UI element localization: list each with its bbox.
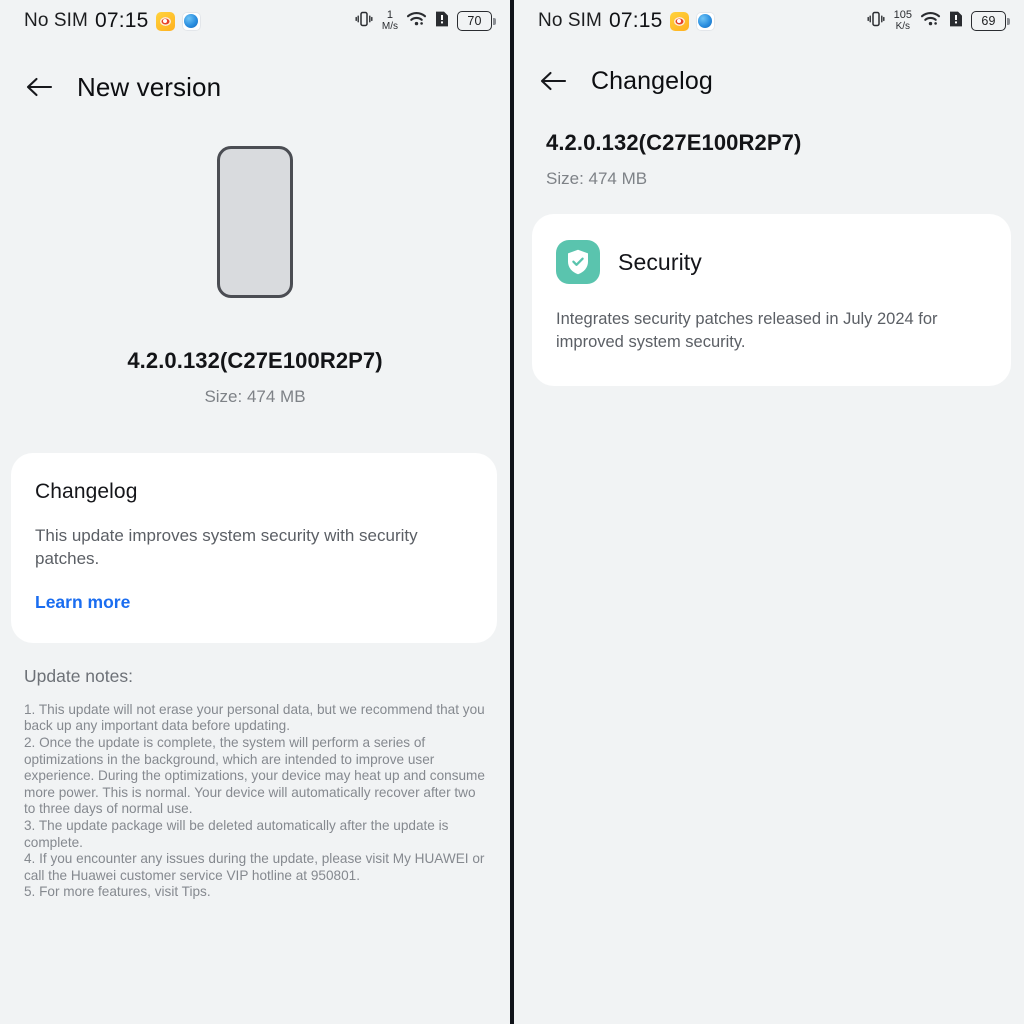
status-bar-right-cluster: 105 K/s 69 [866,9,1010,34]
vibrate-icon [354,9,374,34]
wifi-icon [920,10,941,32]
update-notes-title: Update notes: [24,665,133,686]
status-bar-left-cluster: No SIM 07:15 [24,9,201,33]
changelog-card[interactable]: Changelog This update improves system se… [11,453,497,643]
sim-alert-icon [435,10,449,33]
back-arrow-icon[interactable] [538,66,568,96]
network-speed-indicator: 105 K/s [894,10,912,32]
clock-label: 07:15 [608,9,663,32]
page-title: New version [77,71,222,102]
battery-cap [493,17,496,25]
carrier-label: No SIM [538,10,602,31]
battery-indicator: 70 [457,11,496,31]
page-title: Changelog [591,66,713,95]
status-bar-right-cluster: 1 M/s 70 [354,9,496,34]
network-speed-unit: K/s [895,21,911,32]
wifi-icon [406,10,427,32]
network-speed-indicator: 1 M/s [382,10,398,32]
left-status-bar: No SIM 07:15 1 M/s 70 [0,0,510,42]
vibrate-icon [866,9,886,34]
update-notes-section: Update notes: 1. This update will not er… [24,666,490,901]
security-feature-card: Security Integrates security patches rel… [532,214,1011,386]
feature-name: Security [618,248,702,275]
changelog-card-summary: This update improves system security wit… [35,526,418,568]
right-nav-bar: Changelog [514,50,1024,112]
size-label: Size: 474 MB [546,169,648,188]
left-nav-bar: New version [0,56,510,118]
size-label: Size: 474 MB [204,387,306,406]
network-speed-value: 1 [386,9,393,21]
feature-card-header: Security [556,240,987,284]
changelog-card-title: Changelog [35,480,138,503]
update-hero: 4.2.0.132(C27E100R2P7) Size: 474 MB [0,146,510,407]
browser-notification-icon [181,11,201,31]
right-status-bar: No SIM 07:15 105 K/s 69 [514,0,1024,42]
learn-more-link[interactable]: Learn more [35,592,130,613]
weibo-notification-icon [669,11,689,31]
right-screen-changelog: No SIM 07:15 105 K/s 69 Changelog 4.2.0.… [514,0,1024,1024]
left-screen-new-version: No SIM 07:15 1 M/s 70 New version 4.2.0.… [0,0,510,1024]
back-arrow-icon[interactable] [24,72,54,102]
carrier-label: No SIM [24,10,88,31]
clock-label: 07:15 [94,9,149,32]
dual-screenshot-container: No SIM 07:15 1 M/s 70 New version 4.2.0.… [0,0,1024,1024]
version-label: 4.2.0.132(C27E100R2P7) [546,130,802,155]
sim-alert-icon [949,10,963,33]
battery-level-label: 69 [971,11,1006,31]
battery-level-label: 70 [457,11,492,31]
battery-cap [1007,17,1010,25]
battery-indicator: 69 [971,11,1010,31]
status-bar-left-cluster: No SIM 07:15 [538,9,715,33]
weibo-notification-icon [155,11,175,31]
feature-description: Integrates security patches released in … [556,310,938,351]
shield-check-icon [556,240,600,284]
version-label: 4.2.0.132(C27E100R2P7) [127,348,383,373]
network-speed-unit: M/s [381,21,398,32]
browser-notification-icon [695,11,715,31]
network-speed-value: 105 [893,9,912,21]
phone-device-illustration [217,146,293,298]
update-notes-body: 1. This update will not erase your perso… [24,701,485,900]
